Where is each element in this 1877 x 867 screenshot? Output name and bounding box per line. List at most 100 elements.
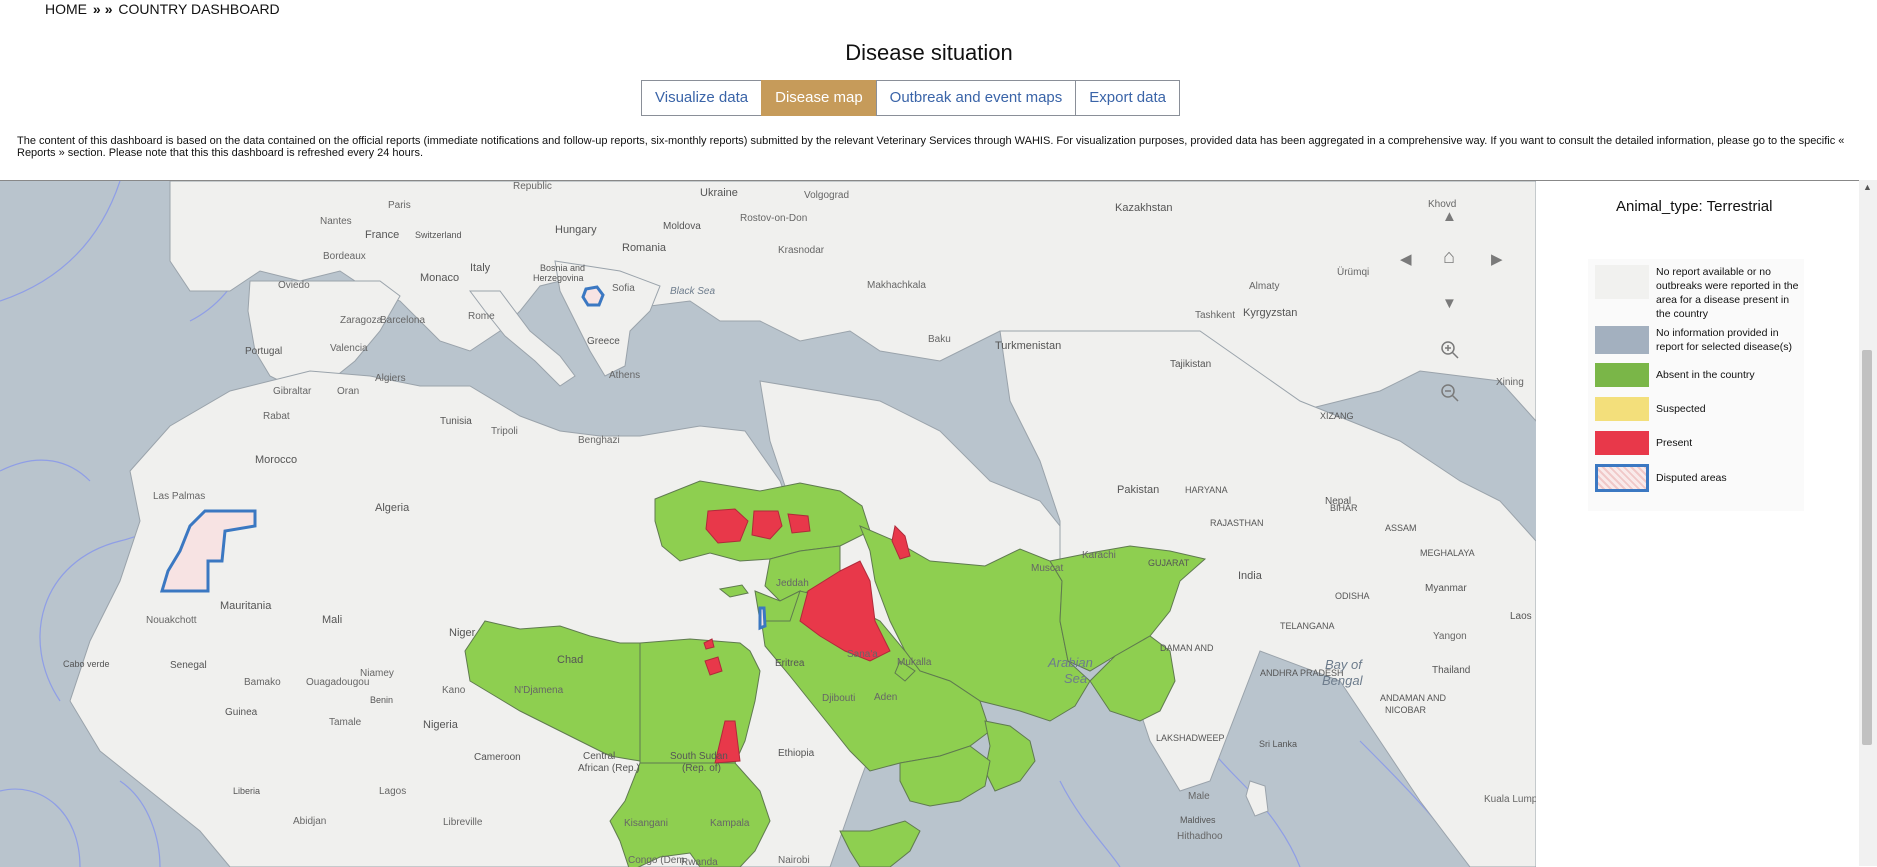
label-nouakchott: Nouakchott xyxy=(146,615,197,626)
label-italy: Italy xyxy=(470,262,491,274)
breadcrumb: HOME »» COUNTRY DASHBOARD xyxy=(45,1,280,17)
label-rome: Rome xyxy=(468,311,495,322)
label-yangon: Yangon xyxy=(1433,631,1467,642)
legend-label-present: Present xyxy=(1656,437,1693,449)
breadcrumb-current: COUNTRY DASHBOARD xyxy=(118,1,280,17)
label-south-sudan-2: (Rep. of) xyxy=(682,763,721,774)
label-valencia: Valencia xyxy=(330,343,368,354)
label-france: France xyxy=(365,229,399,241)
label-bamako: Bamako xyxy=(244,677,281,688)
label-herzegovina: Herzegovina xyxy=(533,273,584,283)
label-almaty: Almaty xyxy=(1249,281,1280,292)
label-turkmenistan: Turkmenistan xyxy=(995,340,1061,352)
label-bay-of-bengal-2: Bengal xyxy=(1322,673,1364,688)
legend-label-absent: Absent in the country xyxy=(1656,369,1755,381)
label-meghalaya: MEGHALAYA xyxy=(1420,548,1475,558)
label-central-african-2: African (Rep.) xyxy=(578,763,640,774)
legend-item-suspected: Suspected xyxy=(1595,397,1801,421)
label-muscat: Muscat xyxy=(1031,563,1063,574)
label-mauritania: Mauritania xyxy=(220,600,272,612)
tab-outbreak-event-maps[interactable]: Outbreak and event maps xyxy=(875,80,1077,116)
label-arabian-sea: Arabian xyxy=(1047,655,1093,670)
tab-disease-map[interactable]: Disease map xyxy=(761,80,877,116)
legend-item-absent: Absent in the country xyxy=(1595,363,1801,387)
label-bordeaux: Bordeaux xyxy=(323,251,366,262)
label-lakshadweep: LAKSHADWEEP xyxy=(1156,733,1225,743)
label-arabian-sea-2: Sea xyxy=(1064,671,1087,686)
label-abidjan: Abidjan xyxy=(293,816,326,827)
label-tajikistan: Tajikistan xyxy=(1170,359,1211,370)
label-guinea: Guinea xyxy=(225,707,258,718)
label-djibouti: Djibouti xyxy=(822,693,855,704)
label-senegal: Senegal xyxy=(170,660,207,671)
zoom-out-icon[interactable] xyxy=(1440,383,1460,403)
label-cameroon: Cameroon xyxy=(474,752,521,763)
legend-label-suspected: Suspected xyxy=(1656,403,1706,415)
tab-export-data[interactable]: Export data xyxy=(1075,80,1180,116)
label-daman: DAMAN AND xyxy=(1160,643,1214,653)
label-bosnia: Bosnia and xyxy=(540,263,585,273)
label-nairobi: Nairobi xyxy=(778,855,810,866)
label-mukalla: Mukalla xyxy=(897,657,932,668)
label-tunisia: Tunisia xyxy=(440,416,472,427)
label-male: Male xyxy=(1188,791,1210,802)
label-gibraltar: Gibraltar xyxy=(273,386,312,397)
label-libreville: Libreville xyxy=(443,817,483,828)
label-paris: Paris xyxy=(388,200,411,211)
legend-swatch-present xyxy=(1595,431,1649,455)
label-laos: Laos xyxy=(1510,611,1532,622)
scroll-thumb[interactable] xyxy=(1862,350,1872,745)
label-ethiopia: Ethiopia xyxy=(778,748,815,759)
label-oran: Oran xyxy=(337,386,359,397)
scroll-up-icon[interactable]: ▲ xyxy=(1863,182,1872,192)
legend-label-no-report: No report available or no outbreaks were… xyxy=(1656,266,1799,320)
label-kampala: Kampala xyxy=(710,818,750,829)
legend-item-present: Present xyxy=(1595,431,1801,455)
label-myanmar: Myanmar xyxy=(1425,583,1467,594)
label-bay-of-bengal: Bay of xyxy=(1325,657,1363,672)
legend-swatch-absent xyxy=(1595,363,1649,387)
pan-right-icon[interactable]: ▶ xyxy=(1491,250,1503,268)
label-assam: ASSAM xyxy=(1385,523,1417,533)
label-pakistan: Pakistan xyxy=(1117,484,1159,496)
label-niamey: Niamey xyxy=(360,668,394,679)
region-egypt xyxy=(639,638,761,764)
legend-item-no-information: No information provided in report for se… xyxy=(1595,326,1801,354)
label-ukraine: Ukraine xyxy=(700,187,738,199)
pan-up-icon[interactable]: ▲ xyxy=(1442,208,1457,225)
label-niger: Niger xyxy=(449,627,476,639)
label-haryana: HARYANA xyxy=(1185,485,1228,495)
label-gujarat: GUJARAT xyxy=(1148,558,1190,568)
scrollbar[interactable]: ▲ xyxy=(1859,180,1877,866)
label-volgograd: Volgograd xyxy=(804,190,849,201)
pan-down-icon[interactable]: ▼ xyxy=(1442,295,1457,312)
label-central-african: Central xyxy=(583,751,615,762)
label-kazakhstan: Kazakhstan xyxy=(1115,202,1172,214)
legend-title: Animal_type: Terrestrial xyxy=(1616,198,1773,215)
page-title: Disease situation xyxy=(845,40,1013,65)
label-krasnodar: Krasnodar xyxy=(778,245,825,256)
label-nicobar: NICOBAR xyxy=(1385,705,1427,715)
label-monaco: Monaco xyxy=(420,272,459,284)
label-south-sudan: South Sudan xyxy=(670,751,728,762)
label-kano: Kano xyxy=(442,685,466,696)
label-sofia: Sofia xyxy=(612,283,635,294)
region-west-bank xyxy=(758,606,767,631)
label-black-sea: Black Sea xyxy=(670,286,715,297)
pan-left-icon[interactable]: ◀ xyxy=(1400,250,1412,268)
label-romania: Romania xyxy=(622,242,667,254)
label-xizang: XIZANG xyxy=(1320,411,1354,421)
label-chad: Chad xyxy=(557,654,583,666)
tab-visualize-data[interactable]: Visualize data xyxy=(641,80,763,116)
label-thailand: Thailand xyxy=(1432,665,1470,676)
breadcrumb-home[interactable]: HOME xyxy=(45,1,87,17)
label-republic: Republic xyxy=(513,181,552,192)
label-odisha: ODISHA xyxy=(1335,591,1370,601)
label-makhachkala: Makhachkala xyxy=(867,280,926,291)
home-icon[interactable]: ⌂ xyxy=(1443,246,1455,269)
legend-swatch-disputed xyxy=(1595,464,1649,492)
label-greece: Greece xyxy=(587,336,620,347)
label-maldives: Maldives xyxy=(1180,815,1216,825)
zoom-in-icon[interactable] xyxy=(1440,340,1460,360)
disease-map[interactable]: Ukraine Kazakhstan France Switzerland Hu… xyxy=(0,180,1536,867)
